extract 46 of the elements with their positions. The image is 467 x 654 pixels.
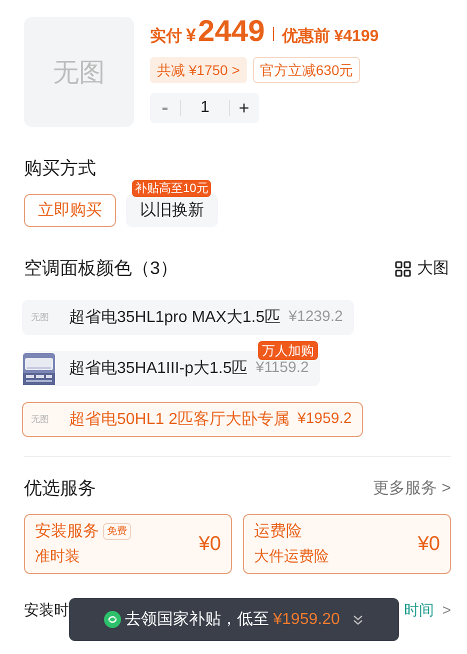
section-title: 优选服务 <box>24 477 96 500</box>
paid-label: 实付 <box>150 26 182 47</box>
subsidy-toast[interactable]: 去领国家补贴，低至 ¥1959.20 <box>69 598 399 641</box>
variant-name: 超省电35HL1pro MAX大1.5匹 <box>69 308 281 328</box>
toast-price: ¥1959.20 <box>273 610 340 630</box>
double-chevron-down-icon <box>352 614 364 626</box>
refresh-icon <box>104 611 122 628</box>
variant-option[interactable]: 无图 超省电35HL1pro MAX大1.5匹 ¥1239.2 <box>22 300 354 335</box>
section-title: 空调面板颜色（3） <box>24 257 178 280</box>
discount-chip[interactable]: 共减 ¥1750 > <box>150 57 247 83</box>
promo-badge: 补贴高至10元 <box>132 180 212 197</box>
no-image-thumbnail: 无图 <box>30 310 50 324</box>
purchase-option[interactable]: 立即购买 <box>24 194 116 227</box>
service-subtitle: 大件运费险 <box>254 546 329 567</box>
service-card[interactable]: 安装服务 免费 准时装 ¥0 <box>24 514 232 574</box>
service-subtitle: 准时装 <box>35 546 81 567</box>
quantity-value: 1 <box>200 98 210 118</box>
purchase-option[interactable]: 以旧换新 <box>126 194 218 227</box>
more-services-link[interactable]: 更多服务 > <box>373 476 451 500</box>
install-time-value[interactable]: 时间 <box>404 600 434 622</box>
no-image-thumbnail: 无图 <box>30 412 50 426</box>
paid-price: 2449 <box>198 17 265 47</box>
variant-price: ¥1159.2 <box>256 358 309 378</box>
variant-price: ¥1239.2 <box>288 307 343 328</box>
service-title: 运费险 <box>254 522 302 542</box>
service-title: 安装服务 <box>35 522 99 542</box>
grid-icon <box>395 260 411 276</box>
service-price: ¥0 <box>418 532 440 557</box>
toast-text: 去领国家补贴，低至 <box>125 610 270 630</box>
variant-name: 超省电50HL1 2匹客厅大卧专属 <box>69 410 290 430</box>
free-tag: 免费 <box>103 523 131 540</box>
service-card[interactable]: 运费险 大件运费险 ¥0 <box>243 514 451 574</box>
discount-tag: 官方立减630元 <box>252 57 360 83</box>
promo-badge: 万人加购 <box>258 341 318 360</box>
service-price: ¥0 <box>198 532 221 557</box>
variant-price: ¥1959.2 <box>298 409 352 430</box>
variant-option[interactable]: 无图 超省电50HL1 2匹客厅大卧专属 ¥1959.2 <box>22 402 363 437</box>
row-label: 安装时 <box>24 601 69 621</box>
chevron-icon: > <box>442 600 451 622</box>
no-image-thumbnail: 无图 <box>24 17 134 127</box>
large-view-toggle[interactable]: 大图 <box>395 256 449 280</box>
section-title: 购买方式 <box>24 157 97 180</box>
variant-name: 超省电35HA1III-p大1.5匹 <box>69 358 248 378</box>
currency-symbol: ¥ <box>186 24 196 47</box>
original-price: 优惠前 ¥4199 <box>282 26 379 47</box>
plus-button[interactable]: + <box>230 94 258 122</box>
